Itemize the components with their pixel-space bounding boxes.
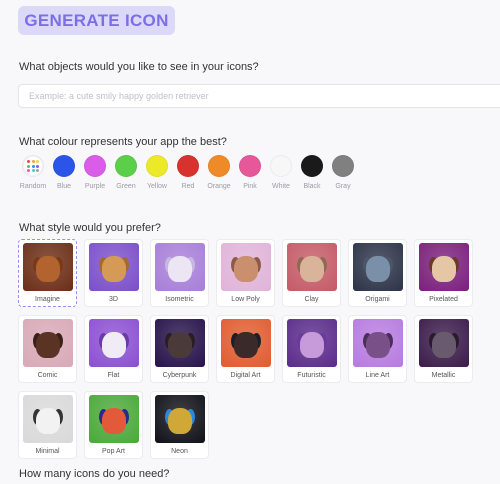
style-option-label: Origami	[365, 296, 390, 303]
random-colour-icon	[22, 155, 44, 177]
colour-swatch-list: Random Blue Purple Green Yellow Red Orange Pink…	[19, 155, 360, 190]
colour-swatch-label: Black	[303, 183, 321, 190]
colour-swatch-white[interactable]: White	[267, 155, 295, 190]
style-grid: Imagine 3D Isometric Low Poly Clay Origami Pix…	[18, 239, 473, 459]
style-option-label: Neon	[171, 448, 188, 455]
colour-dot	[208, 155, 230, 177]
colour-swatch-label: Purple	[84, 183, 106, 190]
colour-dot	[115, 155, 137, 177]
style-option-label: Futuristic	[297, 372, 326, 379]
style-option-label: Isometric	[165, 296, 194, 303]
style-preview-image	[352, 243, 403, 291]
style-option-label: Minimal	[35, 448, 60, 455]
colour-swatch-label: Orange	[207, 183, 231, 190]
colour-swatch-label: Pink	[243, 183, 257, 190]
style-option-flat[interactable]: Flat	[84, 315, 143, 383]
style-option-pop-art[interactable]: Pop Art	[84, 391, 143, 459]
style-option-futuristic[interactable]: Futuristic	[282, 315, 341, 383]
style-preview-image	[88, 243, 139, 291]
style-option-label: Flat	[107, 372, 120, 379]
colour-swatch-black[interactable]: Black	[298, 155, 326, 190]
colour-swatch-red[interactable]: Red	[174, 155, 202, 190]
style-preview-image	[352, 319, 403, 367]
style-option-origami[interactable]: Origami	[348, 239, 407, 307]
style-preview-image	[22, 243, 73, 291]
colour-swatch-random[interactable]: Random	[19, 155, 47, 190]
colour-swatch-label: Gray	[335, 183, 351, 190]
style-preview-image	[286, 243, 337, 291]
colour-swatch-label: Random	[19, 183, 47, 190]
colour-swatch-label: Yellow	[147, 183, 167, 190]
style-preview-image	[220, 243, 271, 291]
colour-swatch-pink[interactable]: Pink	[236, 155, 264, 190]
style-option-minimal[interactable]: Minimal	[18, 391, 77, 459]
colour-swatch-green[interactable]: Green	[112, 155, 140, 190]
colour-dot	[53, 155, 75, 177]
style-preview-image	[22, 395, 73, 443]
style-preview-image	[88, 395, 139, 443]
style-option-label: Comic	[37, 372, 58, 379]
style-preview-image	[154, 395, 205, 443]
colour-dot	[301, 155, 323, 177]
style-option-digital-art[interactable]: Digital Art	[216, 315, 275, 383]
style-preview-image	[154, 319, 205, 367]
colour-swatch-blue[interactable]: Blue	[50, 155, 78, 190]
style-option-label: Low Poly	[231, 296, 260, 303]
style-preview-image	[220, 319, 271, 367]
style-option-neon[interactable]: Neon	[150, 391, 209, 459]
style-option-low-poly[interactable]: Low Poly	[216, 239, 275, 307]
colour-dot	[84, 155, 106, 177]
style-option-label: Line Art	[365, 372, 390, 379]
style-question: What style would you prefer?	[19, 222, 161, 234]
style-preview-image	[22, 319, 73, 367]
style-preview-image	[418, 243, 469, 291]
style-option-label: Cyberpunk	[162, 372, 197, 379]
style-preview-image	[418, 319, 469, 367]
colour-dot	[270, 155, 292, 177]
style-option-label: Digital Art	[230, 372, 261, 379]
style-option-line-art[interactable]: Line Art	[348, 315, 407, 383]
colour-question: What colour represents your app the best…	[19, 136, 227, 148]
page-title: GENERATE ICON	[18, 6, 175, 35]
colour-swatch-gray[interactable]: Gray	[329, 155, 357, 190]
style-option-label: Pop Art	[102, 448, 125, 455]
colour-swatch-orange[interactable]: Orange	[205, 155, 233, 190]
style-option-isometric[interactable]: Isometric	[150, 239, 209, 307]
style-option-label: Pixelated	[429, 296, 458, 303]
style-preview-image	[154, 243, 205, 291]
style-option-cyberpunk[interactable]: Cyberpunk	[150, 315, 209, 383]
colour-swatch-label: Green	[116, 183, 136, 190]
colour-dot	[146, 155, 168, 177]
style-option-label: Metallic	[431, 372, 456, 379]
style-option-label: 3D	[109, 296, 118, 303]
colour-dot	[239, 155, 261, 177]
style-option-label: Clay	[304, 296, 319, 303]
colour-swatch-label: Red	[181, 183, 195, 190]
style-option-label: Imagine	[35, 296, 60, 303]
style-option-metallic[interactable]: Metallic	[414, 315, 473, 383]
colour-swatch-purple[interactable]: Purple	[81, 155, 109, 190]
style-option-pixelated[interactable]: Pixelated	[414, 239, 473, 307]
style-preview-image	[88, 319, 139, 367]
colour-swatch-yellow[interactable]: Yellow	[143, 155, 171, 190]
colour-swatch-label: Blue	[56, 183, 71, 190]
colour-swatch-label: White	[272, 183, 290, 190]
style-option-imagine[interactable]: Imagine	[18, 239, 77, 307]
style-preview-image	[286, 319, 337, 367]
colour-dot	[177, 155, 199, 177]
style-option-3d[interactable]: 3D	[84, 239, 143, 307]
objects-question: What objects would you like to see in yo…	[19, 61, 259, 73]
style-option-clay[interactable]: Clay	[282, 239, 341, 307]
style-option-comic[interactable]: Comic	[18, 315, 77, 383]
colour-dot	[332, 155, 354, 177]
count-question: How many icons do you need?	[19, 468, 170, 480]
objects-input[interactable]	[18, 84, 500, 108]
